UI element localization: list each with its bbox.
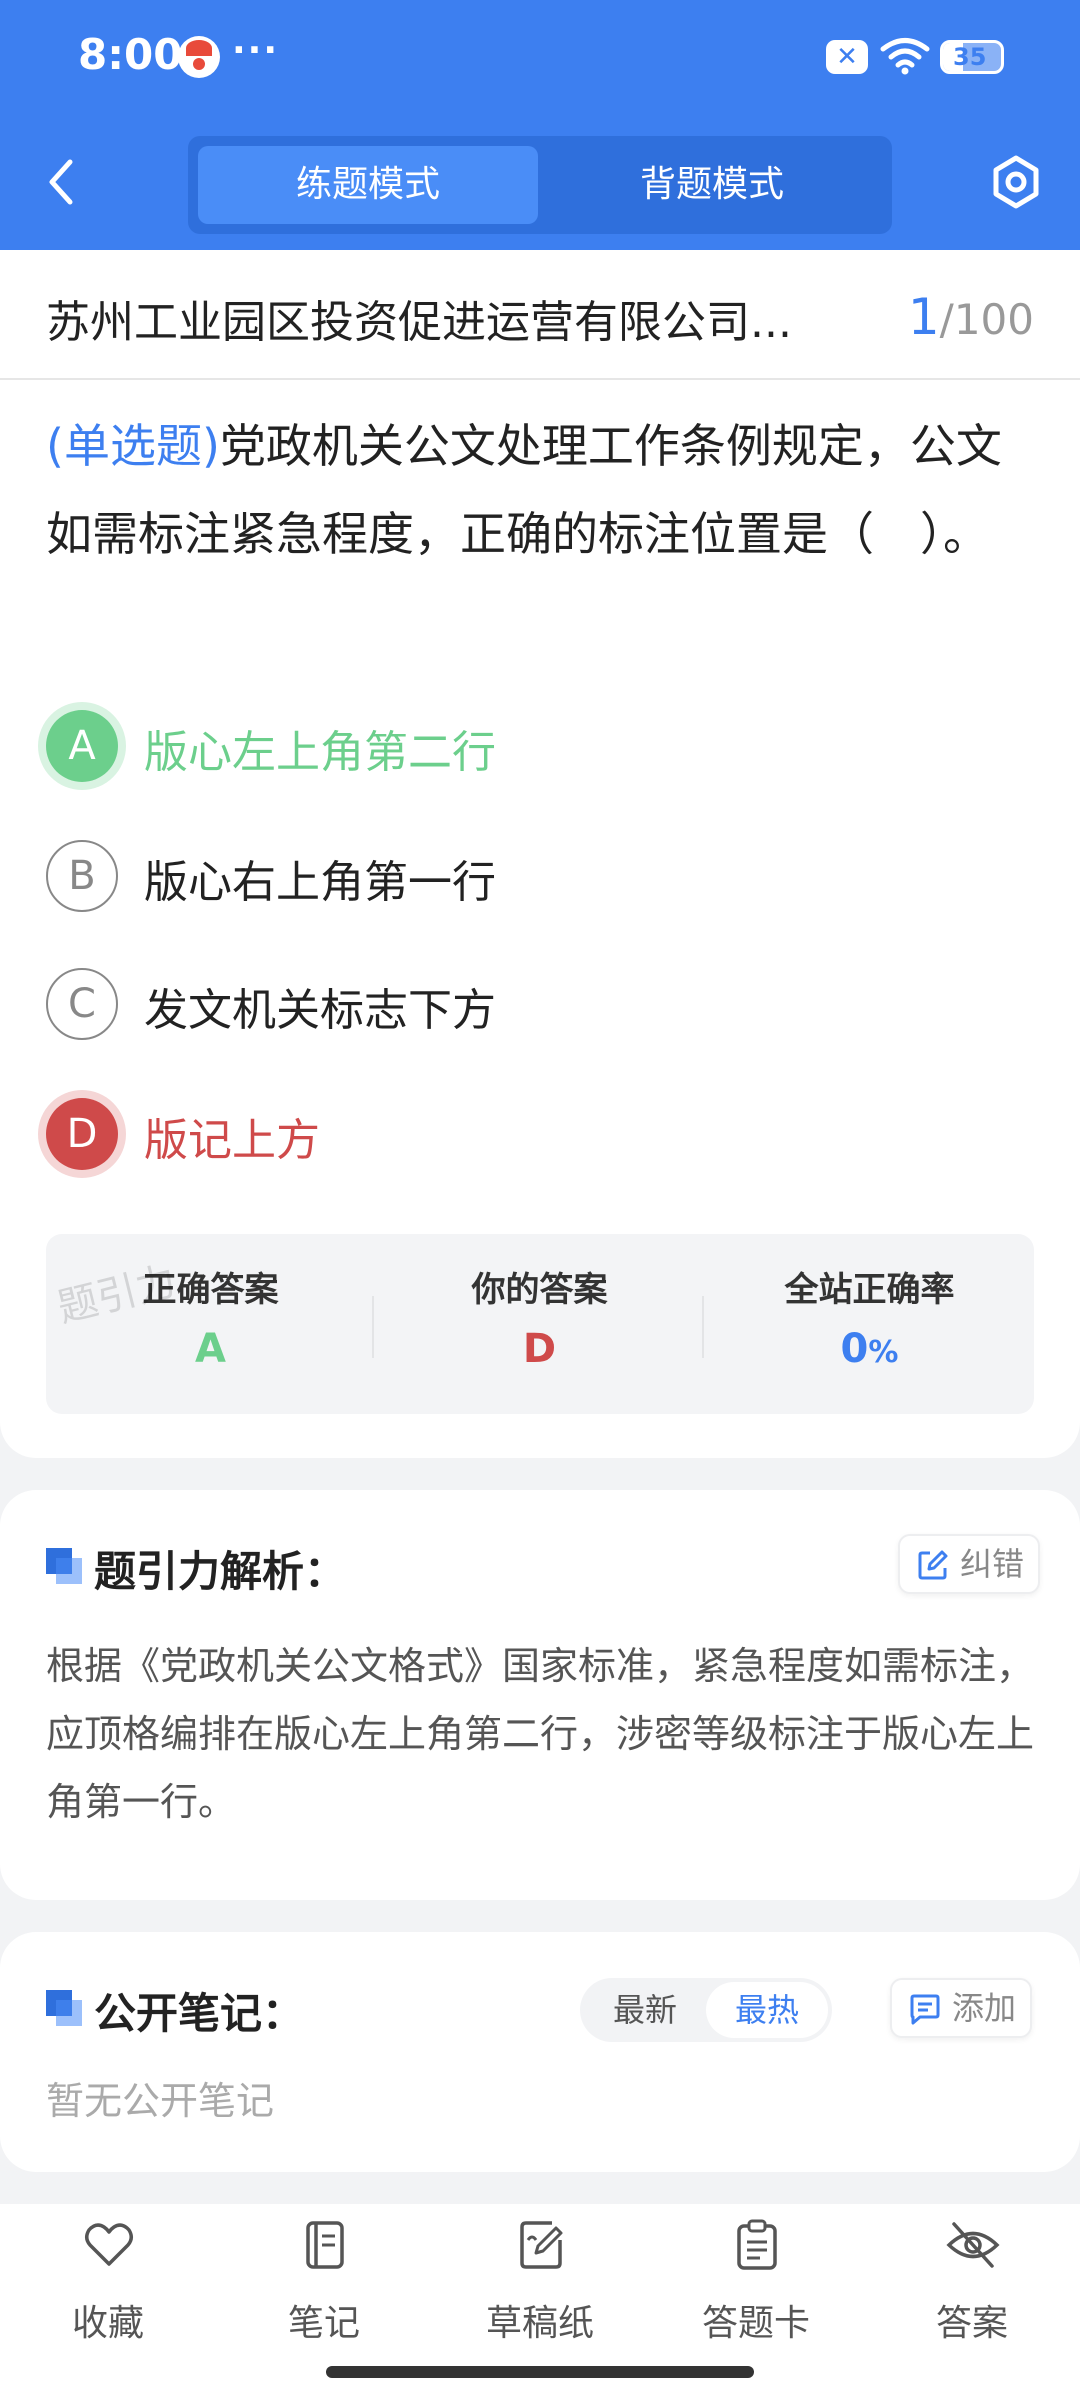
analysis-title: 题引力解析： [94, 1547, 347, 1596]
option-b-letter: B [46, 840, 118, 912]
scratch-paper-button[interactable]: 草稿纸 [450, 2218, 630, 2348]
exam-title: 苏州工业园区投资促进运营有限公司... [46, 297, 792, 348]
current-question-number: 1 [907, 288, 940, 346]
section-squares-icon [46, 1548, 82, 1584]
tab-recite-mode[interactable]: 背题模式 [542, 146, 882, 224]
status-time: 8:00 [78, 30, 183, 79]
wifi-icon [880, 38, 930, 75]
option-a[interactable]: A 版心左上角第二行 [46, 708, 1036, 788]
draft-pen-icon [520, 2221, 563, 2269]
question-type: (单选题) [46, 419, 220, 473]
answer-summary: 正确答案 A 你的答案 D 全站正确率 0% [46, 1234, 1034, 1414]
notes-sort-toggle: 最新 最热 [580, 1978, 832, 2042]
notes-button[interactable]: 笔记 [234, 2218, 414, 2348]
edit-icon [918, 1550, 948, 1580]
report-error-label: 纠错 [960, 1545, 1025, 1583]
heart-icon [85, 2223, 133, 2266]
comment-icon [910, 1994, 940, 2025]
public-notes-card [0, 1932, 1080, 2172]
add-note-label: 添加 [952, 1989, 1017, 2027]
empty-notes-text: 暂无公开笔记 [46, 2079, 275, 2123]
notes-label: 笔记 [287, 2303, 360, 2344]
accuracy-number: 0 [840, 1326, 869, 1372]
accuracy-label: 全站正确率 [784, 1270, 955, 1310]
your-answer-value: D [522, 1326, 557, 1372]
app-notification-icon [178, 36, 220, 78]
settings-hexagon-icon[interactable] [988, 152, 1044, 212]
exam-title-row: 苏州工业园区投资促进运营有限公司... 1/100 [0, 250, 1080, 380]
question-progress: 1/100 [908, 288, 1034, 346]
option-b[interactable]: B 版心右上角第一行 [46, 838, 1036, 918]
question-text: (单选题)党政机关公文处理工作条例规定，公文如需标注紧急程度，正确的标注位置是（… [46, 402, 1036, 578]
option-d[interactable]: D 版记上方 [46, 1096, 1036, 1176]
sort-hot-button[interactable]: 最热 [706, 1982, 828, 2038]
notes-title: 公开笔记： [94, 1989, 305, 2038]
status-bar: 8:00 ··· ✕ 35 [0, 0, 1080, 118]
answer-sheet-button[interactable]: 答题卡 [666, 2218, 846, 2348]
your-answer-label: 你的答案 [471, 1270, 608, 1310]
divider [702, 1296, 704, 1358]
section-squares-icon [46, 1990, 82, 2026]
option-d-letter: D [46, 1098, 118, 1170]
show-answer-label: 答案 [935, 2303, 1008, 2344]
battery-icon: 35 [940, 40, 1004, 74]
option-d-text: 版记上方 [144, 1115, 320, 1166]
analysis-text: 根据《党政机关公文格式》国家标准，紧急程度如需标注，应顶格编排在版心左上角第二行… [46, 1644, 1035, 1824]
answer-sheet-label: 答题卡 [701, 2303, 810, 2344]
favorite-button[interactable]: 收藏 [18, 2218, 198, 2348]
add-note-button[interactable]: 添加 [890, 1978, 1033, 2038]
battery-level-text: 35 [953, 43, 987, 71]
show-answer-button[interactable]: 答案 [882, 2218, 1062, 2348]
tab-practice-mode[interactable]: 练题模式 [198, 146, 538, 224]
notebook-icon [306, 2221, 344, 2269]
home-indicator [326, 2366, 754, 2378]
scratch-paper-label: 草稿纸 [485, 2303, 594, 2344]
sort-latest-button[interactable]: 最新 [584, 1982, 706, 2038]
option-c-letter: C [46, 968, 118, 1040]
correct-answer-value: A [195, 1326, 226, 1372]
mode-switch: 练题模式 背题模式 [188, 136, 892, 234]
total-questions: /100 [939, 295, 1034, 344]
your-answer-col: 你的答案 D [375, 1234, 704, 1414]
option-c-text: 发文机关标志下方 [144, 985, 496, 1036]
more-notifications-icon: ··· [232, 30, 280, 71]
option-a-text: 版心左上角第二行 [144, 727, 496, 778]
option-b-text: 版心右上角第一行 [144, 857, 496, 908]
option-a-letter: A [46, 710, 118, 782]
no-sim-icon: ✕ [826, 40, 868, 74]
clipboard-icon [737, 2219, 777, 2270]
back-arrow-icon[interactable] [40, 152, 84, 212]
accuracy-unit: % [868, 1335, 899, 1370]
favorite-label: 收藏 [71, 2303, 144, 2344]
accuracy-col: 全站正确率 0% [705, 1234, 1034, 1414]
report-error-button[interactable]: 纠错 [898, 1534, 1041, 1594]
divider [372, 1296, 374, 1358]
accuracy-value: 0% [705, 1326, 1034, 1372]
option-c[interactable]: C 发文机关标志下方 [46, 966, 1036, 1046]
eye-hidden-icon [946, 2222, 1000, 2268]
